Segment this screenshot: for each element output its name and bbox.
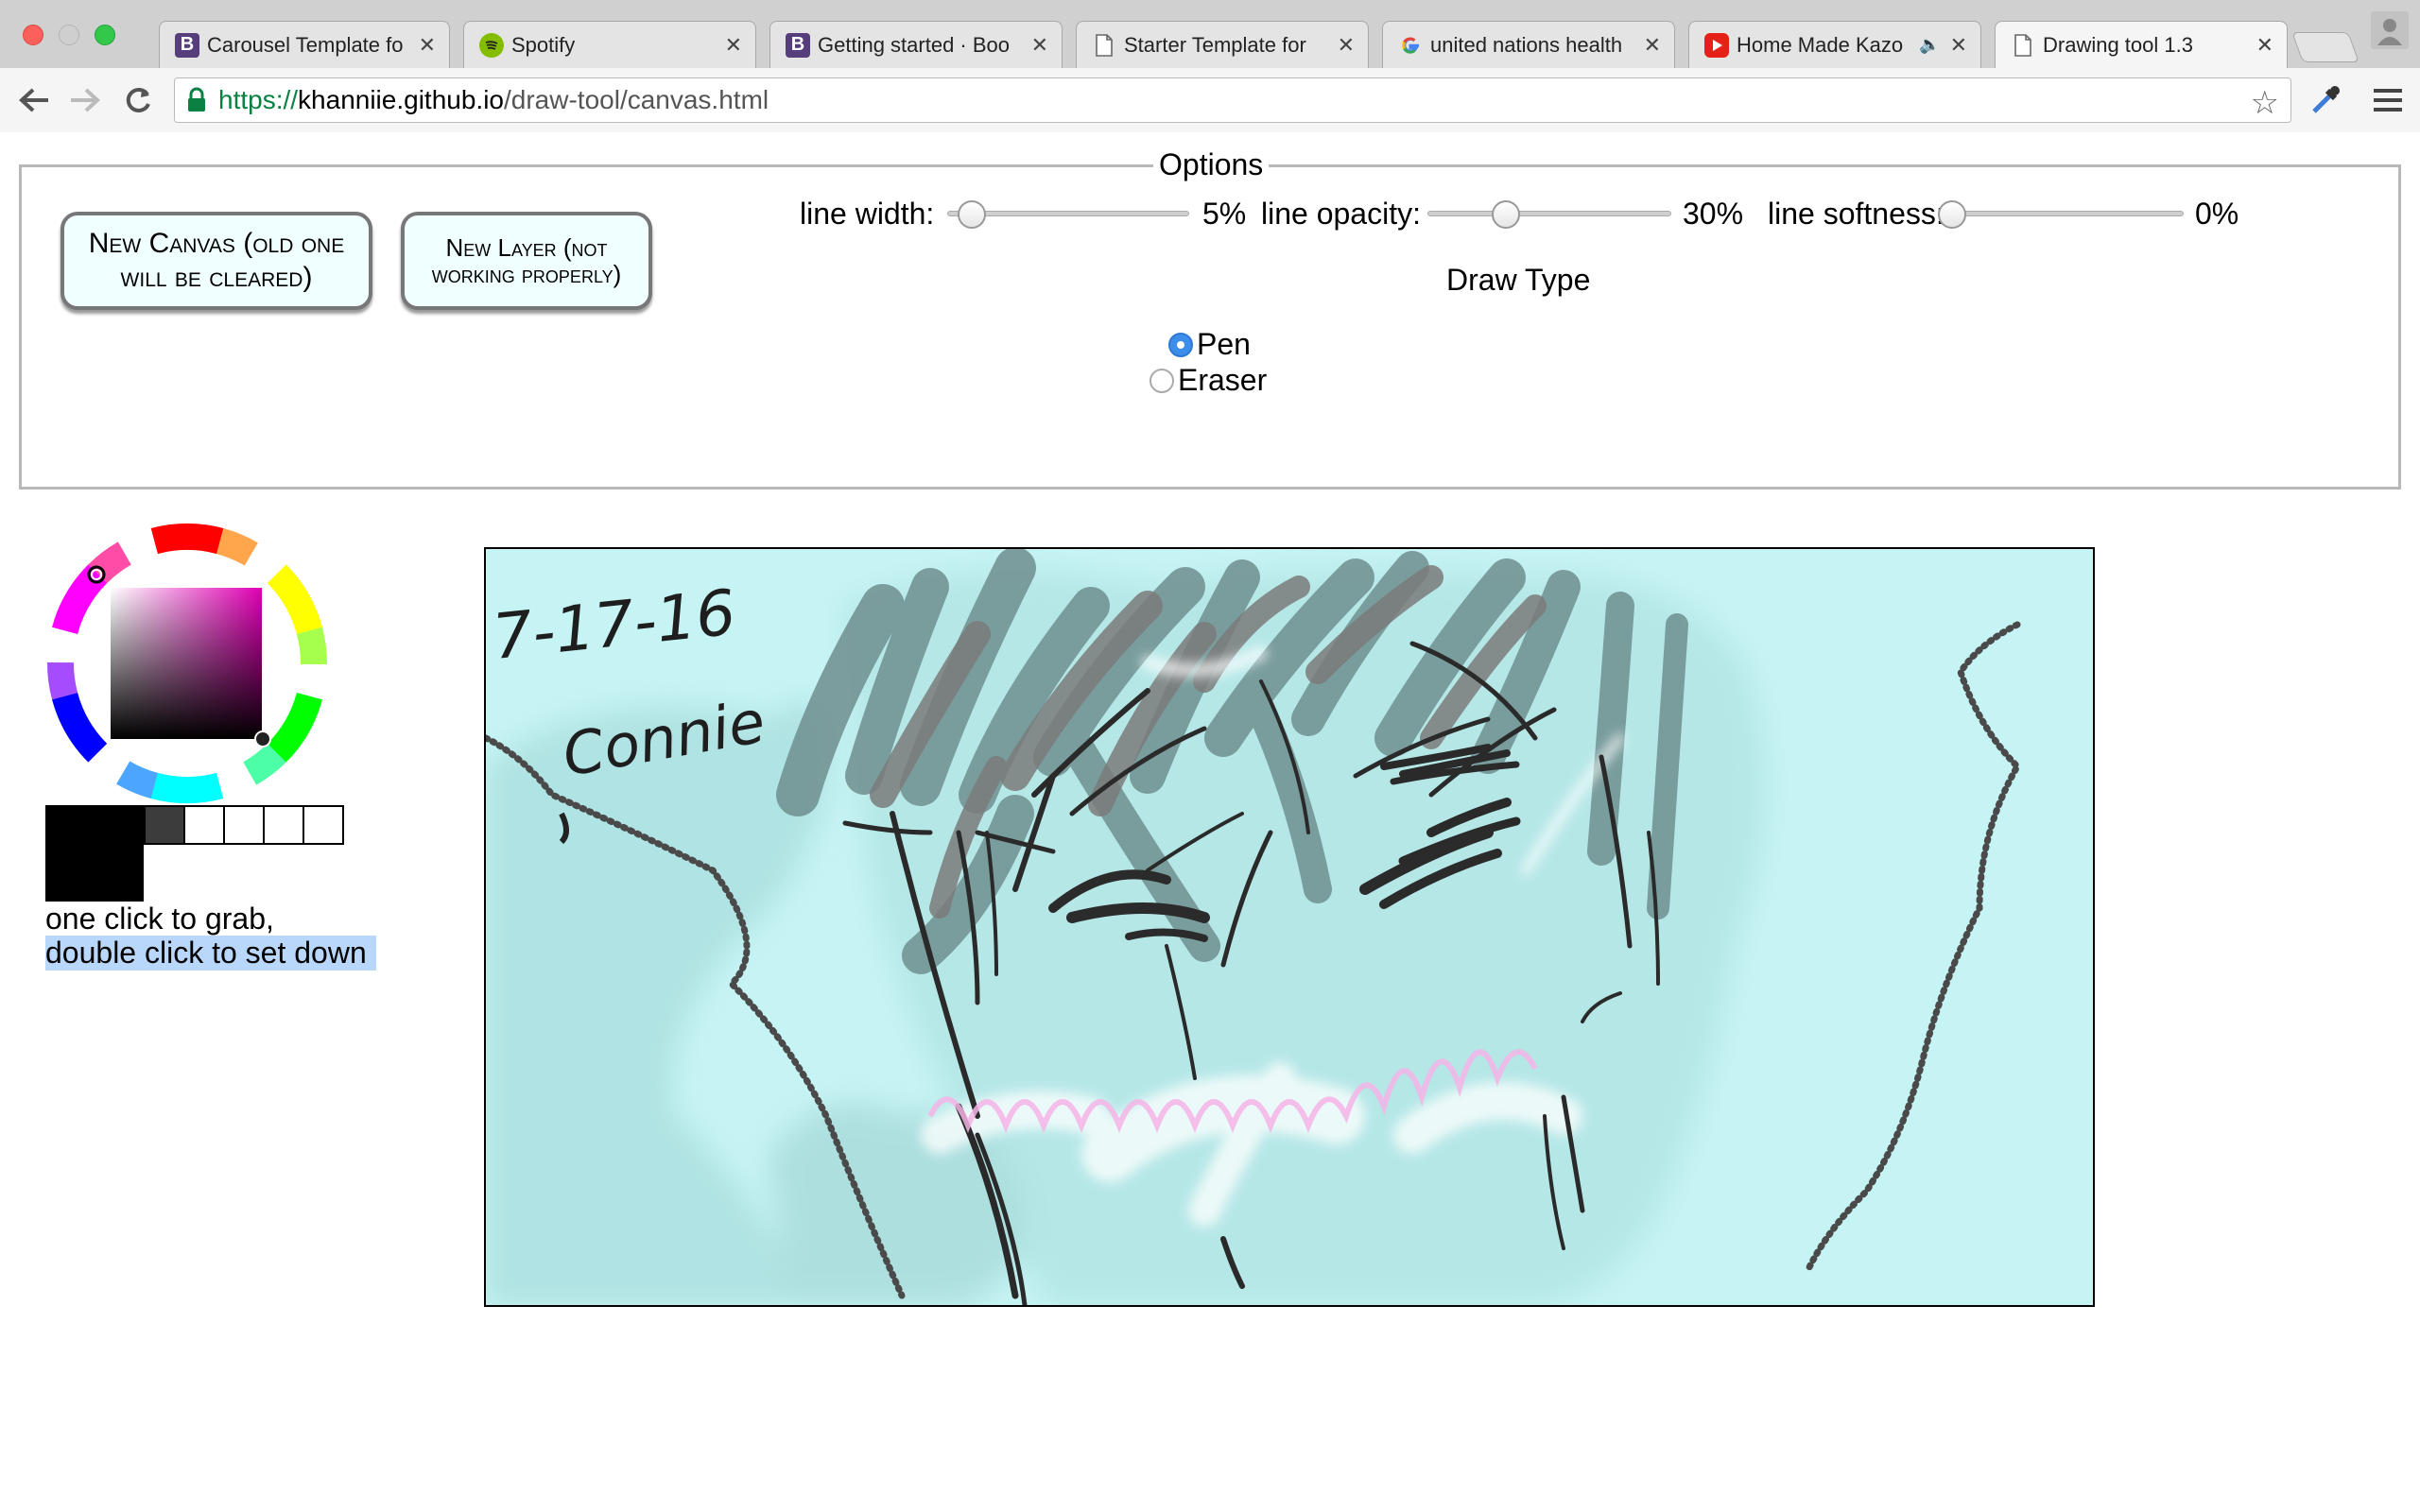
canvas-sketch: 7-17-16 Connie — [486, 549, 2093, 1305]
bootstrap-icon: B — [175, 32, 199, 58]
line-width-label: line width: — [800, 197, 935, 231]
line-width-value: 5% — [1202, 197, 1247, 231]
profile-icon[interactable] — [2360, 0, 2420, 60]
tab-title: Drawing tool 1.3 — [2043, 32, 2193, 57]
swatch-3[interactable] — [223, 805, 265, 845]
drawing-canvas[interactable]: 7-17-16 Connie — [484, 547, 2095, 1307]
swatch-hint-line1: one click to grab, — [45, 902, 274, 936]
slider-thumb[interactable] — [1938, 200, 1966, 229]
menu-icon[interactable] — [2369, 81, 2407, 119]
line-opacity-value: 30% — [1683, 197, 1744, 231]
tab-home-made-kazoo[interactable]: Home Made Kazo 🔈 ✕ — [1688, 21, 1981, 68]
color-marker[interactable] — [254, 730, 271, 747]
swatch-1[interactable] — [144, 805, 185, 845]
slider-thumb[interactable] — [958, 200, 987, 229]
close-icon[interactable]: ✕ — [419, 33, 436, 58]
pen-label: Pen — [1197, 327, 1251, 361]
close-icon[interactable]: ✕ — [725, 33, 742, 58]
google-icon — [1398, 33, 1423, 58]
draw-type-pen[interactable]: Pen — [1168, 327, 1251, 362]
url-host: khanniie.github.io — [298, 85, 504, 114]
slider-thumb[interactable] — [1492, 200, 1521, 229]
current-color-swatch[interactable] — [45, 805, 144, 902]
eyedropper-extension-icon[interactable] — [2307, 81, 2344, 119]
close-icon[interactable]: ✕ — [1950, 33, 1967, 58]
close-icon[interactable]: ✕ — [2256, 33, 2273, 58]
line-softness-label: line softness: — [1768, 197, 1945, 231]
tab-title: united nations health — [1430, 32, 1623, 57]
spotify-icon — [479, 32, 504, 58]
swatch-4[interactable] — [263, 805, 304, 845]
saturation-square[interactable] — [111, 588, 262, 739]
tab-strip: B Carousel Template fo ✕ Spotify ✕ B Get… — [0, 0, 2420, 68]
document-icon — [2011, 33, 2035, 58]
lock-icon — [186, 87, 207, 113]
line-softness-value: 0% — [2195, 197, 2239, 231]
eraser-label: Eraser — [1178, 363, 1268, 397]
swatch-hint-line2: double click to set down — [45, 936, 376, 971]
close-icon[interactable]: ✕ — [1031, 33, 1048, 58]
slider-track — [1938, 211, 2184, 216]
line-opacity-label: line opacity: — [1261, 197, 1421, 231]
line-opacity-slider[interactable] — [1427, 200, 1671, 229]
slider-track — [1427, 211, 1671, 216]
document-icon — [1092, 33, 1116, 58]
speaker-icon[interactable]: 🔈 — [1919, 35, 1940, 55]
tab-starter-template[interactable]: Starter Template for ✕ — [1076, 21, 1369, 68]
url-path: /draw-tool/canvas.html — [504, 85, 769, 114]
address-bar[interactable]: https://khanniie.github.io/draw-tool/can… — [174, 77, 2291, 123]
browser-toolbar: https://khanniie.github.io/draw-tool/can… — [0, 68, 2420, 132]
close-window-button[interactable] — [23, 25, 43, 45]
tab-title: Getting started · Boo — [818, 32, 1010, 57]
tab-spotify[interactable]: Spotify ✕ — [463, 21, 756, 68]
close-icon[interactable]: ✕ — [1644, 33, 1661, 58]
tab-title: Carousel Template fo — [207, 32, 404, 57]
youtube-icon — [1704, 32, 1729, 58]
tab-carousel-template[interactable]: B Carousel Template fo ✕ — [159, 21, 450, 68]
tab-title: Starter Template for — [1124, 32, 1306, 57]
tab-title: Home Made Kazo — [1737, 32, 1904, 57]
url-scheme: https:// — [218, 85, 299, 114]
options-legend: Options — [1153, 147, 1270, 182]
bookmark-star-icon[interactable]: ☆ — [2251, 84, 2279, 122]
eraser-radio[interactable] — [1150, 368, 1174, 393]
minimize-window-button[interactable] — [59, 25, 79, 45]
line-softness-slider[interactable] — [1938, 200, 2184, 229]
new-tab-button[interactable] — [2291, 32, 2360, 62]
browser-chrome: B Carousel Template fo ✕ Spotify ✕ B Get… — [0, 0, 2420, 132]
maximize-window-button[interactable] — [95, 25, 115, 45]
new-canvas-button[interactable]: New Canvas (old one will be cleared) — [60, 212, 372, 310]
tab-drawing-tool[interactable]: Drawing tool 1.3 ✕ — [1995, 21, 2288, 68]
swatch-2[interactable] — [183, 805, 225, 845]
tab-getting-started[interactable]: B Getting started · Boo ✕ — [769, 21, 1063, 68]
back-arrow-icon[interactable] — [15, 81, 53, 119]
new-layer-button[interactable]: New Layer (not working properly) — [401, 212, 652, 310]
tab-title: Spotify — [511, 32, 576, 57]
forward-arrow-icon[interactable] — [66, 81, 104, 119]
swatch-5[interactable] — [302, 805, 344, 845]
draw-type-eraser[interactable]: Eraser — [1150, 363, 1267, 398]
line-width-slider[interactable] — [947, 200, 1189, 229]
color-wheel-picker[interactable] — [45, 522, 329, 805]
reload-icon[interactable] — [119, 81, 157, 119]
bootstrap-icon: B — [786, 32, 810, 58]
close-icon[interactable]: ✕ — [1338, 33, 1355, 58]
draw-type-title: Draw Type — [1446, 263, 1591, 297]
pen-radio[interactable] — [1168, 332, 1193, 357]
tab-united-nations[interactable]: united nations health ✕ — [1382, 21, 1675, 68]
